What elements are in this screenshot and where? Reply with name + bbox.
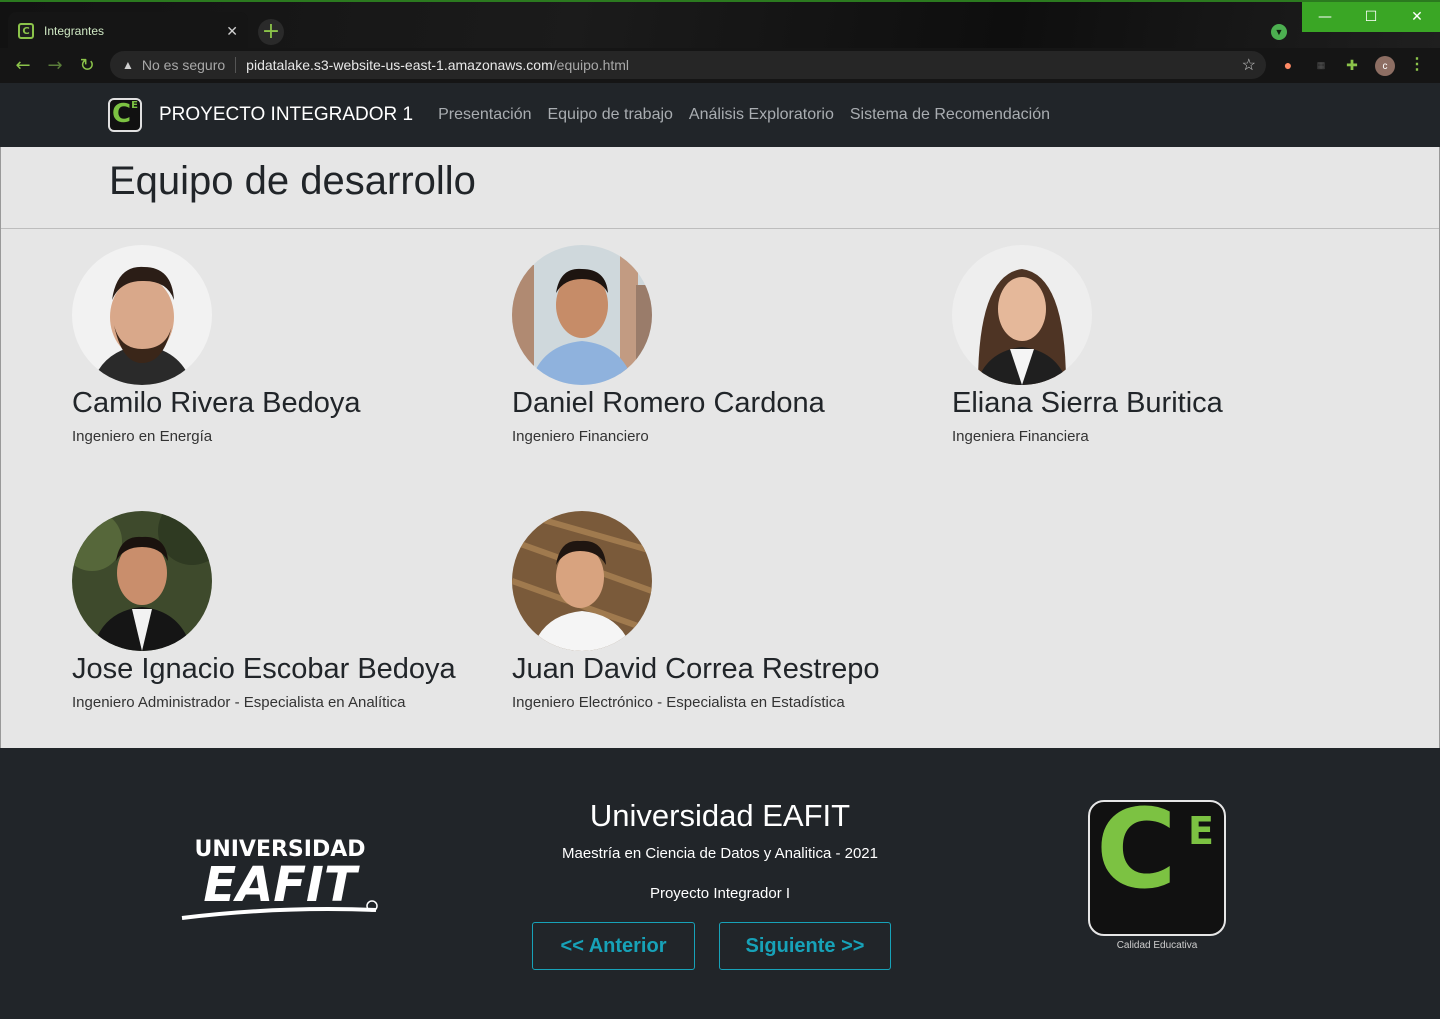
member-name: Daniel Romero Cardona (512, 387, 825, 419)
close-window-button[interactable]: ✕ (1394, 2, 1440, 32)
member-name: Jose Ignacio Escobar Bedoya (72, 653, 456, 685)
next-button[interactable]: Siguiente >> (719, 922, 891, 970)
member-photo (512, 245, 652, 385)
extension-fire-icon[interactable]: ● (1279, 56, 1297, 74)
address-bar[interactable]: ▲ No es seguro pidatalake.s3-website-us-… (110, 51, 1266, 79)
window-controls: — ☐ ✕ (1302, 2, 1440, 32)
minimize-button[interactable]: — (1302, 2, 1348, 32)
brand-title[interactable]: PROYECTO INTEGRADOR 1 (159, 104, 413, 126)
profile-avatar[interactable]: c (1375, 56, 1395, 76)
member-card: Juan David Correa Restrepo Ingeniero Ele… (512, 511, 880, 711)
member-role: Ingeniero Electrónico - Especialista en … (512, 694, 845, 711)
url-path: /equipo.html (552, 57, 630, 73)
back-arrow-icon[interactable]: ← (12, 54, 34, 76)
member-card: Daniel Romero Cardona Ingeniero Financie… (512, 245, 825, 445)
divider (235, 57, 237, 73)
team-section: Equipo de desarrollo Camilo Rivera Bedoy… (0, 147, 1440, 748)
member-role: Ingeniero Administrador - Especialista e… (72, 694, 406, 711)
member-photo (72, 245, 212, 385)
previous-button[interactable]: << Anterior (532, 922, 695, 970)
brand-logo-icon[interactable]: CE (108, 98, 142, 132)
browser-menu-icon[interactable]: ⋮ (1409, 54, 1425, 74)
member-card: Eliana Sierra Buritica Ingeniera Financi… (952, 245, 1223, 445)
maximize-button[interactable]: ☐ (1348, 2, 1394, 32)
site-footer: UNIVERSIDAD EAFIT Universidad EAFIT Maes… (0, 748, 1440, 1019)
site-navbar: CE PROYECTO INTEGRADOR 1 Presentación Eq… (0, 83, 1440, 147)
reload-icon[interactable]: ↻ (76, 54, 98, 76)
nav-link-recomendacion[interactable]: Sistema de Recomendación (850, 106, 1050, 124)
nav-link-analisis[interactable]: Análisis Exploratorio (689, 106, 834, 124)
not-secure-label: No es seguro (141, 57, 226, 73)
calidad-educativa-logo: CE (1088, 794, 1226, 936)
tab-close-icon[interactable]: ✕ (226, 23, 238, 40)
tab-title: Integrantes (44, 24, 105, 38)
extensions-puzzle-icon[interactable]: ✚ (1343, 56, 1361, 74)
extension-grid-icon[interactable]: ▦ (1312, 56, 1330, 74)
browser-tab[interactable]: C Integrantes ✕ (8, 12, 248, 50)
page-title: Equipo de desarrollo (109, 159, 476, 203)
new-tab-button[interactable]: + (258, 19, 284, 45)
warning-icon: ▲ (122, 58, 134, 72)
bookmark-star-icon[interactable]: ☆ (1242, 55, 1256, 75)
nav-link-presentacion[interactable]: Presentación (438, 106, 531, 124)
member-role: Ingeniera Financiera (952, 428, 1089, 445)
member-name: Camilo Rivera Bedoya (72, 387, 361, 419)
browser-tab-strip: C Integrantes ✕ + ▼ — ☐ ✕ (0, 0, 1440, 50)
member-photo (72, 511, 212, 651)
member-photo (512, 511, 652, 651)
member-role: Ingeniero Financiero (512, 428, 649, 445)
forward-arrow-icon[interactable]: → (44, 54, 66, 76)
download-indicator-icon[interactable]: ▼ (1271, 24, 1287, 40)
site-favicon-icon: C (18, 23, 34, 39)
url-host: pidatalake.s3-website-us-east-1.amazonaw… (246, 57, 553, 73)
title-divider (1, 228, 1439, 229)
member-card: Camilo Rivera Bedoya Ingeniero en Energí… (72, 245, 361, 445)
member-card: Jose Ignacio Escobar Bedoya Ingeniero Ad… (72, 511, 456, 711)
ce-caption: Calidad Educativa (1116, 940, 1198, 951)
browser-toolbar: ← → ↻ ▲ No es seguro pidatalake.s3-websi… (0, 48, 1440, 83)
member-photo (952, 245, 1092, 385)
member-name: Juan David Correa Restrepo (512, 653, 880, 685)
member-role: Ingeniero en Energía (72, 428, 213, 445)
nav-link-equipo[interactable]: Equipo de trabajo (547, 106, 672, 124)
member-name: Eliana Sierra Buritica (952, 387, 1223, 419)
